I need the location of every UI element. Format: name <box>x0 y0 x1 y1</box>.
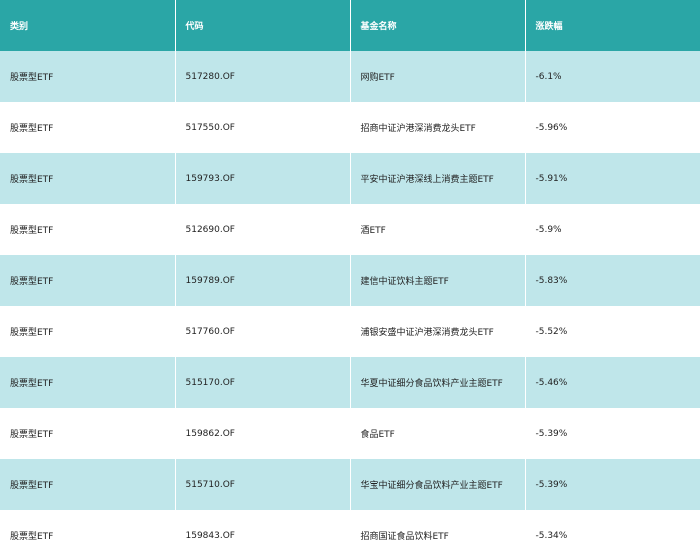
cell-name: 建信中证饮料主题ETF <box>350 255 526 306</box>
cell-name: 招商国证食品饮料ETF <box>350 510 526 560</box>
cell-code: 512690.OF <box>175 204 351 255</box>
table-row: 股票型ETF 512690.OF 酒ETF -5.9% <box>0 204 700 255</box>
table-row: 股票型ETF 517760.OF 浦银安盛中证沪港深消费龙头ETF -5.52% <box>0 306 700 357</box>
cell-code: 159862.OF <box>175 408 351 459</box>
fund-table: 类别 代码 基金名称 涨跌幅 股票型ETF 517280.OF 网购ETF -6… <box>0 0 700 560</box>
header-row: 类别 代码 基金名称 涨跌幅 <box>0 0 700 51</box>
cell-name: 平安中证沪港深线上消费主题ETF <box>350 153 526 204</box>
cell-code: 159843.OF <box>175 510 351 560</box>
cell-change: -5.91% <box>525 153 700 204</box>
cell-name: 招商中证沪港深消费龙头ETF <box>350 102 526 153</box>
cell-type: 股票型ETF <box>0 408 176 459</box>
cell-type: 股票型ETF <box>0 357 176 408</box>
cell-type: 股票型ETF <box>0 153 176 204</box>
cell-code: 159793.OF <box>175 153 351 204</box>
cell-change: -5.46% <box>525 357 700 408</box>
cell-name: 酒ETF <box>350 204 526 255</box>
cell-code: 517760.OF <box>175 306 351 357</box>
cell-type: 股票型ETF <box>0 510 176 560</box>
cell-type: 股票型ETF <box>0 51 176 102</box>
cell-code: 159789.OF <box>175 255 351 306</box>
table-row: 股票型ETF 517280.OF 网购ETF -6.1% <box>0 51 700 102</box>
header-change[interactable]: 涨跌幅 <box>525 0 700 51</box>
header-fund-name[interactable]: 基金名称 <box>350 0 526 51</box>
cell-name: 食品ETF <box>350 408 526 459</box>
cell-change: -5.52% <box>525 306 700 357</box>
cell-type: 股票型ETF <box>0 102 176 153</box>
cell-type: 股票型ETF <box>0 306 176 357</box>
cell-change: -6.1% <box>525 51 700 102</box>
cell-code: 517550.OF <box>175 102 351 153</box>
cell-code: 517280.OF <box>175 51 351 102</box>
cell-type: 股票型ETF <box>0 459 176 510</box>
table-row: 股票型ETF 159862.OF 食品ETF -5.39% <box>0 408 700 459</box>
table-header: 类别 代码 基金名称 涨跌幅 <box>0 0 700 51</box>
header-category[interactable]: 类别 <box>0 0 176 51</box>
table-row: 股票型ETF 159843.OF 招商国证食品饮料ETF -5.34% <box>0 510 700 560</box>
table-row: 股票型ETF 515710.OF 华宝中证细分食品饮料产业主题ETF -5.39… <box>0 459 700 510</box>
table-row: 股票型ETF 159793.OF 平安中证沪港深线上消费主题ETF -5.91% <box>0 153 700 204</box>
cell-name: 华宝中证细分食品饮料产业主题ETF <box>350 459 526 510</box>
cell-change: -5.39% <box>525 459 700 510</box>
cell-type: 股票型ETF <box>0 255 176 306</box>
cell-change: -5.96% <box>525 102 700 153</box>
cell-code: 515710.OF <box>175 459 351 510</box>
cell-change: -5.9% <box>525 204 700 255</box>
table-body: 股票型ETF 517280.OF 网购ETF -6.1% 股票型ETF 5175… <box>0 51 700 560</box>
cell-change: -5.83% <box>525 255 700 306</box>
cell-name: 浦银安盛中证沪港深消费龙头ETF <box>350 306 526 357</box>
cell-name: 华夏中证细分食品饮料产业主题ETF <box>350 357 526 408</box>
table-row: 股票型ETF 159789.OF 建信中证饮料主题ETF -5.83% <box>0 255 700 306</box>
header-code[interactable]: 代码 <box>175 0 351 51</box>
cell-type: 股票型ETF <box>0 204 176 255</box>
table-row: 股票型ETF 515170.OF 华夏中证细分食品饮料产业主题ETF -5.46… <box>0 357 700 408</box>
cell-change: -5.39% <box>525 408 700 459</box>
cell-name: 网购ETF <box>350 51 526 102</box>
cell-code: 515170.OF <box>175 357 351 408</box>
cell-change: -5.34% <box>525 510 700 560</box>
table-row: 股票型ETF 517550.OF 招商中证沪港深消费龙头ETF -5.96% <box>0 102 700 153</box>
